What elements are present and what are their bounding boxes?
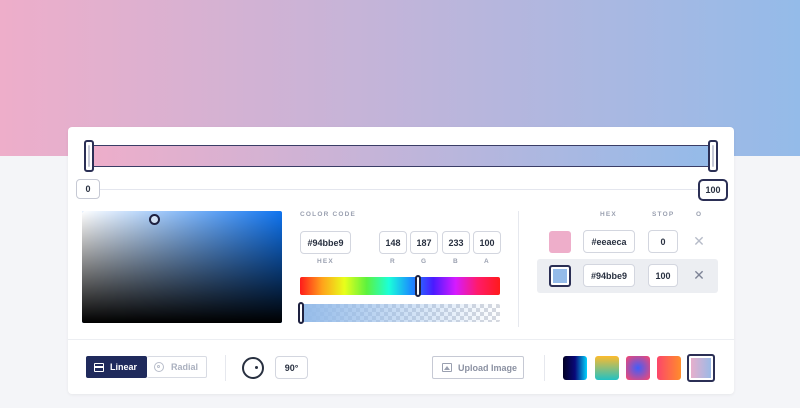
angle-input[interactable]: 90° [275, 356, 308, 379]
stop-position-input[interactable]: 0 [648, 230, 678, 253]
stops-hex-header: HEX [600, 211, 617, 218]
linear-mode-label: Linear [110, 362, 138, 372]
gradient-track[interactable] [88, 145, 712, 167]
upload-image-label: Upload Image [458, 362, 518, 373]
preset-gradient-1[interactable] [563, 356, 587, 380]
close-icon[interactable]: ✕ [691, 267, 707, 283]
radial-mode-icon [154, 362, 164, 372]
image-icon [442, 363, 452, 372]
toolbar-separator-right [544, 355, 545, 381]
stop-hex-input[interactable]: #94bbe9 [583, 264, 635, 287]
green-field-label: G [421, 258, 428, 265]
alpha-slider-thumb[interactable] [298, 302, 304, 324]
saturation-value-picker[interactable] [82, 211, 282, 323]
stops-position-header: STOP [652, 211, 675, 218]
preset-gradient-2[interactable] [595, 356, 619, 380]
alpha-slider[interactable] [300, 304, 500, 322]
scale-min-label: 0 [76, 179, 100, 199]
angle-dial-icon[interactable] [242, 357, 264, 379]
blue-field-label: B [453, 258, 459, 265]
picker-cursor[interactable] [149, 214, 160, 225]
stop-row-start[interactable]: #eeaeca 0 ✕ [537, 225, 718, 259]
stop-swatch-selected[interactable] [549, 265, 571, 287]
close-icon[interactable]: ✕ [691, 233, 707, 249]
toolbar-divider [68, 339, 734, 340]
hex-input[interactable]: #94bbe9 [300, 231, 351, 254]
blue-input[interactable]: 233 [442, 231, 470, 254]
hue-slider-thumb[interactable] [415, 275, 421, 297]
scale-max-label: 100 [698, 179, 728, 201]
linear-mode-button[interactable]: Linear [86, 356, 147, 378]
radial-mode-label: Radial [171, 362, 199, 372]
stop-position-input[interactable]: 100 [648, 264, 678, 287]
green-input[interactable]: 187 [410, 231, 438, 254]
stop-swatch[interactable] [549, 231, 571, 253]
color-code-label: COLOR CODE [300, 211, 357, 218]
alpha-field-label: A [484, 258, 490, 265]
preset-gradient-5-selected[interactable] [687, 354, 715, 382]
alpha-gradient-fill [300, 304, 500, 322]
stop-row-end[interactable]: #94bbe9 100 ✕ [537, 259, 718, 293]
alpha-input[interactable]: 100 [473, 231, 501, 254]
stop-handle-end[interactable] [708, 140, 718, 172]
hue-slider[interactable] [300, 275, 500, 297]
stops-extra-header: O [696, 211, 703, 218]
radial-mode-button[interactable]: Radial [147, 356, 207, 378]
gradient-editor-card: 0 100 COLOR CODE #94bbe9 148 187 233 100… [68, 127, 734, 394]
preset-gradient-4[interactable] [657, 356, 681, 380]
red-field-label: R [390, 258, 396, 265]
hex-field-label: HEX [317, 258, 334, 265]
red-input[interactable]: 148 [379, 231, 407, 254]
linear-mode-icon [94, 362, 104, 372]
upload-image-button[interactable]: Upload Image [432, 356, 524, 379]
scale-line [100, 189, 700, 190]
stop-hex-input[interactable]: #eeaeca [583, 230, 635, 253]
toolbar-separator-left [225, 355, 226, 381]
stop-handle-start[interactable] [84, 140, 94, 172]
section-divider [518, 211, 519, 327]
preset-gradient-3[interactable] [626, 356, 650, 380]
